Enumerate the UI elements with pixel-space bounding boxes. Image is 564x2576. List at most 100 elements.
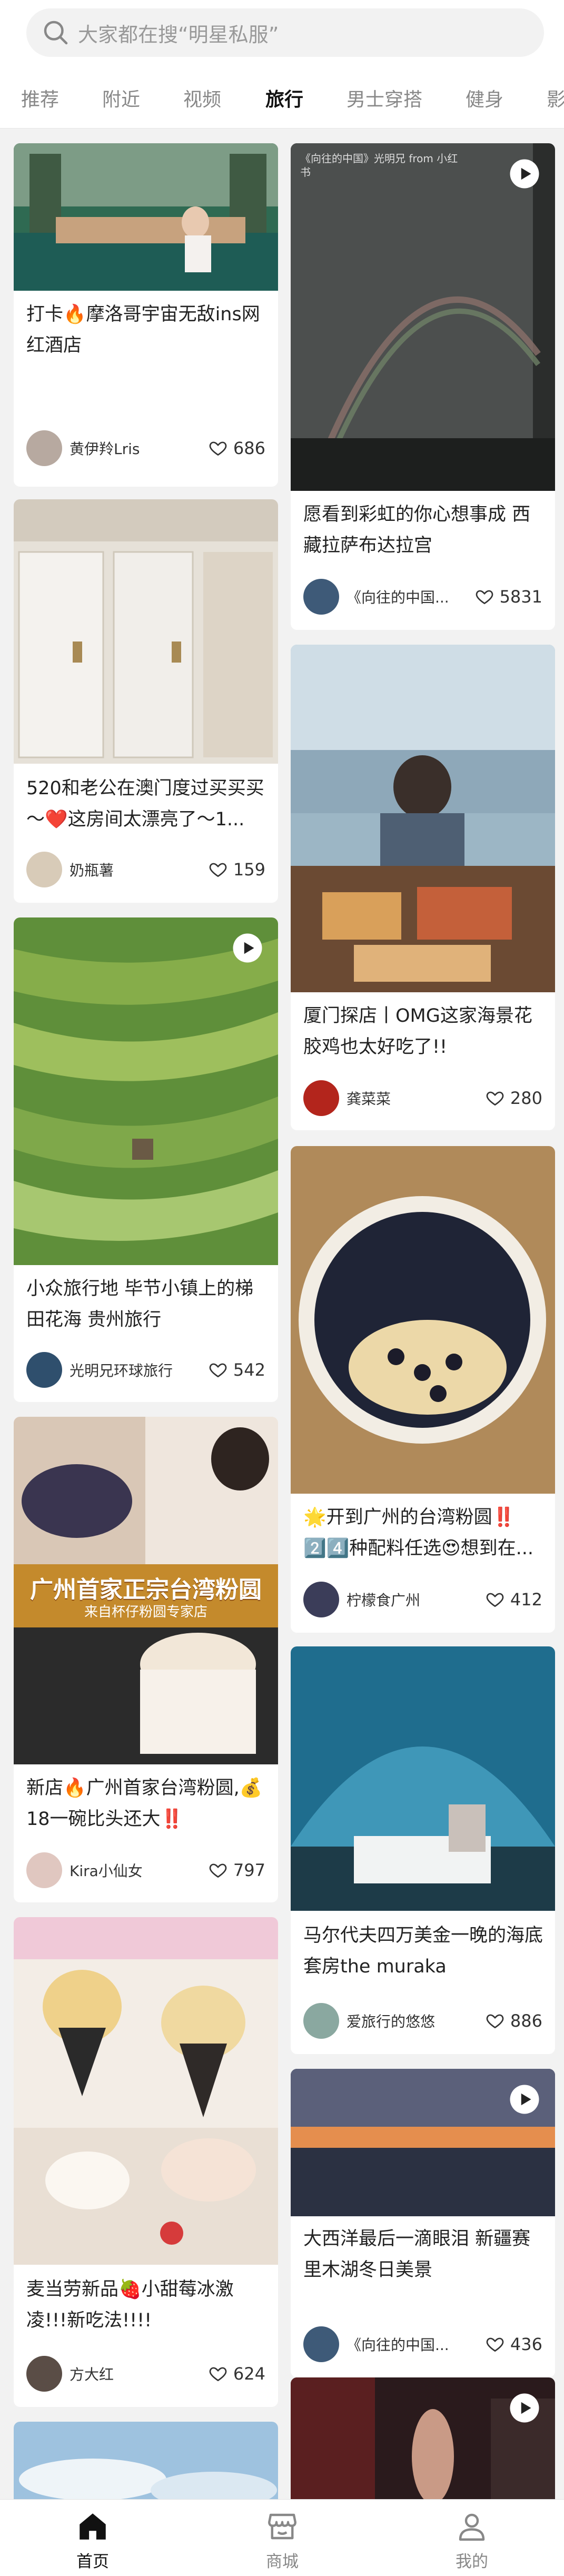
feed-card[interactable]: 麦当劳新品🍓小甜莓冰激凌!!!新吃法!!!! 方大红 624 — [14, 1917, 278, 2407]
play-icon[interactable] — [509, 158, 540, 190]
like-count: 436 — [510, 2334, 542, 2354]
avatar[interactable] — [303, 2003, 339, 2039]
heart-icon — [209, 863, 227, 877]
play-icon[interactable] — [509, 2392, 540, 2424]
search-input[interactable]: 大家都在搜“明星私服” — [26, 8, 544, 57]
like-button[interactable]: 159 — [208, 860, 265, 880]
like-count: 624 — [233, 2364, 265, 2384]
home-icon — [80, 2513, 106, 2540]
card-title: 厦门探店丨OMG这家海景花胶鸡也太好吃了!! — [303, 1005, 532, 1058]
heart-icon — [209, 1363, 227, 1378]
card-title: 大西洋最后一滴眼泪 新疆赛里木湖冬日美景 — [303, 2228, 531, 2281]
card-image — [291, 2377, 555, 2516]
feed-card[interactable]: 马尔代夫四万美金一晚的海底套房the muraka 爱旅行的悠悠 886 — [291, 1646, 555, 2054]
search-header: 大家都在搜“明星私服” — [0, 0, 564, 65]
card-meta: 光明兄环球旅行 542 — [26, 1351, 265, 1388]
author-name[interactable]: Kira小仙女 — [70, 1860, 208, 1881]
tab-video[interactable]: 视频 — [183, 84, 221, 112]
image-banner: 广州首家正宗台湾粉圆 — [30, 1576, 262, 1603]
avatar[interactable] — [303, 1080, 339, 1116]
nav-label: 我的 — [456, 2552, 488, 2571]
nav-label: 商城 — [266, 2552, 299, 2571]
author-name[interactable]: 龚菜菜 — [347, 1088, 485, 1109]
card-title: 麦当劳新品🍓小甜莓冰激凌!!!新吃法!!!! — [26, 2279, 234, 2331]
like-count: 159 — [233, 860, 265, 880]
card-title: 愿看到彩虹的你心想事成 西藏拉萨布达拉宫 — [303, 504, 531, 556]
like-count: 542 — [233, 1360, 265, 1380]
nav-home[interactable]: 首页 — [40, 2509, 145, 2572]
nav-mall[interactable]: 商城 — [230, 2509, 335, 2572]
feed-card[interactable]: 《向往的中国》光明兄 from 小红书 愿看到彩虹的你心想事成 西藏拉萨布达拉宫… — [291, 143, 555, 630]
like-button[interactable]: 797 — [208, 1860, 265, 1880]
author-name[interactable]: 柠檬食广州 — [347, 1589, 485, 1610]
card-meta: Kira小仙女 797 — [26, 1852, 265, 1889]
like-button[interactable]: 686 — [208, 438, 265, 458]
feed-card[interactable]: 520和老公在澳门度过买买买～❤️这房间太漂亮了～1... 奶瓶薯 159 — [14, 499, 278, 903]
like-count: 886 — [510, 2011, 542, 2031]
author-name[interactable]: 奶瓶薯 — [70, 859, 208, 880]
tab-nearby[interactable]: 附近 — [102, 84, 140, 112]
avatar[interactable] — [26, 852, 62, 887]
author-name[interactable]: 方大红 — [70, 2363, 208, 2384]
card-meta: 爱旅行的悠悠 886 — [303, 2002, 542, 2039]
card-meta: 《向往的中国... 436 — [303, 2326, 542, 2363]
heart-icon — [486, 2014, 504, 2029]
like-count: 797 — [233, 1860, 265, 1880]
author-name[interactable]: 黄伊羚Lris — [70, 438, 208, 459]
image-banner-sub: 来自杯仔粉圆专家店 — [84, 1604, 207, 1620]
avatar[interactable] — [26, 430, 62, 466]
like-button[interactable]: 886 — [485, 2011, 542, 2031]
tab-movie[interactable]: 影 — [547, 84, 564, 112]
nav-label: 首页 — [76, 2552, 109, 2571]
author-name[interactable]: 光明兄环球旅行 — [70, 1359, 208, 1380]
card-image — [14, 499, 278, 764]
feed-card[interactable]: 广州首家正宗台湾粉圆 来自杯仔粉圆专家店 新店🔥广州首家台湾粉圆,💰18一碗比头… — [14, 1417, 278, 1902]
like-count: 412 — [510, 1590, 542, 1610]
card-image: 《向往的中国》光明兄 from 小红书 — [291, 143, 555, 491]
card-image — [14, 143, 278, 291]
tab-travel[interactable]: 旅行 — [265, 84, 303, 112]
avatar[interactable] — [303, 579, 339, 615]
heart-icon — [209, 441, 227, 456]
avatar[interactable] — [26, 2356, 62, 2392]
feed-card[interactable]: 厦门探店丨OMG这家海景花胶鸡也太好吃了!! 龚菜菜 280 — [291, 645, 555, 1130]
avatar[interactable] — [26, 1352, 62, 1388]
heart-icon — [209, 1863, 227, 1878]
feed-card[interactable]: 大西洋最后一滴眼泪 新疆赛里木湖冬日美景 《向往的中国... 436 — [291, 2069, 555, 2377]
author-name[interactable]: 《向往的中国... — [347, 586, 474, 607]
tab-mens-fashion[interactable]: 男士穿搭 — [347, 84, 422, 112]
heart-icon — [486, 2337, 504, 2352]
feed-card[interactable]: 小众旅行地 毕节小镇上的梯田花海 贵州旅行 光明兄环球旅行 542 — [14, 917, 278, 1402]
card-title: 打卡🔥摩洛哥宇宙无敌ins网红酒店 — [26, 304, 260, 356]
shop-icon — [268, 2513, 296, 2540]
play-icon[interactable] — [232, 932, 263, 964]
like-button[interactable]: 5831 — [474, 587, 542, 607]
feed-card[interactable]: 🌟开到广州的台湾粉圆‼️2️⃣4️⃣种配料任选😍想到在... 柠檬食广州 412 — [291, 1146, 555, 1633]
like-button[interactable]: 412 — [485, 1590, 542, 1610]
user-icon — [459, 2513, 485, 2541]
avatar[interactable] — [303, 2326, 339, 2362]
author-name[interactable]: 《向往的中国... — [347, 2334, 485, 2355]
play-icon[interactable] — [509, 2084, 540, 2115]
feed-card[interactable] — [291, 2377, 555, 2516]
tab-recommend[interactable]: 推荐 — [21, 84, 59, 112]
bottom-nav: 首页 商城 我的 — [0, 2499, 564, 2576]
like-count: 5831 — [499, 587, 542, 607]
card-image — [291, 1146, 555, 1494]
avatar[interactable] — [26, 1852, 62, 1888]
tab-fitness[interactable]: 健身 — [466, 84, 503, 112]
like-count: 280 — [510, 1088, 542, 1108]
like-button[interactable]: 280 — [485, 1088, 542, 1108]
nav-profile[interactable]: 我的 — [419, 2509, 525, 2572]
like-button[interactable]: 542 — [208, 1360, 265, 1380]
image-watermark: 《向往的中国》光明兄 from 小红书 — [300, 152, 458, 179]
like-button[interactable]: 436 — [485, 2334, 542, 2354]
feed-card[interactable]: 打卡🔥摩洛哥宇宙无敌ins网红酒店 黄伊羚Lris 686 — [14, 143, 278, 487]
avatar[interactable] — [303, 1582, 339, 1617]
card-meta: 龚菜菜 280 — [303, 1080, 542, 1117]
author-name[interactable]: 爱旅行的悠悠 — [347, 2010, 485, 2031]
card-title: 🌟开到广州的台湾粉圆‼️2️⃣4️⃣种配料任选😍想到在... — [303, 1507, 534, 1559]
card-image — [14, 917, 278, 1265]
like-button[interactable]: 624 — [208, 2364, 265, 2384]
card-meta: 方大红 624 — [26, 2355, 265, 2392]
